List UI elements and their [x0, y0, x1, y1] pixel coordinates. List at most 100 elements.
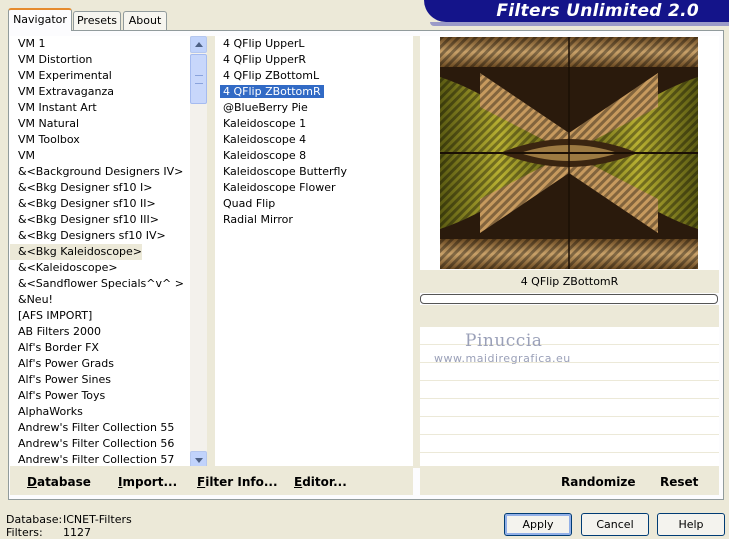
param-row — [420, 453, 719, 467]
filters-status-value: 1127 — [63, 526, 91, 539]
help-button[interactable]: Help — [657, 513, 725, 536]
tab-about[interactable]: About — [123, 11, 167, 30]
category-item[interactable]: Alf's Power Sines — [10, 372, 111, 388]
category-item[interactable]: Alf's Power Toys — [10, 388, 105, 404]
category-item[interactable]: Alf's Border FX — [10, 340, 99, 356]
category-item[interactable]: &<Bkg Designer sf10 III> — [10, 212, 159, 228]
parameters-area — [420, 305, 719, 467]
category-item[interactable]: VM Natural — [10, 116, 79, 132]
category-item[interactable]: VM Instant Art — [10, 100, 97, 116]
category-item-label: AB Filters 2000 — [18, 325, 102, 338]
category-item-label: VM — [18, 149, 36, 162]
watermark-url: www.maidiregrafica.eu — [434, 352, 571, 365]
filter-item-label: Kaleidoscope 1 — [223, 117, 307, 130]
category-item[interactable]: &<Bkg Designer sf10 I> — [10, 180, 153, 196]
filter-list[interactable]: 4 QFlip UpperL 4 QFlip UpperR 4 QFlip ZBot… — [215, 36, 413, 468]
category-item-label: &<Sandflower Specials^v^ > — [18, 277, 184, 290]
category-item-label: VM Extravaganza — [18, 85, 115, 98]
filter-item-label: Kaleidoscope Butterfly — [223, 165, 347, 178]
category-item-label: AlphaWorks — [18, 405, 83, 418]
randomize-button[interactable]: Randomize — [561, 474, 635, 490]
filter-info-button[interactable]: Filter Info... — [197, 474, 278, 490]
grip-icon — [195, 75, 203, 84]
category-item-label: Alf's Power Sines — [18, 373, 111, 386]
filter-item-label: Radial Mirror — [223, 213, 293, 226]
filter-item[interactable]: Radial Mirror — [215, 212, 293, 228]
category-item[interactable]: &<Bkg Kaleidoscope> — [10, 244, 143, 260]
editor-button[interactable]: Editor... — [294, 474, 347, 490]
import-button[interactable]: Import... — [118, 474, 177, 490]
reset-button[interactable]: Reset — [660, 474, 698, 490]
category-item[interactable]: VM Experimental — [10, 68, 112, 84]
database-status-value: ICNET-Filters — [63, 513, 132, 526]
filter-item[interactable]: 4 QFlip ZBottomR — [215, 84, 324, 100]
category-item-label: Andrew's Filter Collection 55 — [18, 421, 175, 434]
filter-item-label: Kaleidoscope 4 — [223, 133, 307, 146]
filter-item[interactable]: Kaleidoscope Flower — [215, 180, 336, 196]
category-item-label: &<Bkg Designers sf10 IV> — [18, 229, 166, 242]
scroll-thumb[interactable] — [190, 54, 207, 104]
category-item[interactable]: VM Toolbox — [10, 132, 80, 148]
category-item[interactable]: VM Distortion — [10, 52, 92, 68]
apply-button[interactable]: Apply — [504, 513, 572, 536]
right-divider — [413, 36, 420, 468]
filter-item[interactable]: Kaleidoscope 1 — [215, 116, 306, 132]
category-item-label: &<Kaleidoscope> — [18, 261, 118, 274]
preview-image — [440, 37, 698, 269]
category-scrollbar[interactable] — [190, 36, 207, 468]
filter-item[interactable]: Quad Flip — [215, 196, 275, 212]
category-item[interactable]: Andrew's Filter Collection 55 — [10, 420, 174, 436]
category-item[interactable]: VM Extravaganza — [10, 84, 114, 100]
category-item[interactable]: [AFS IMPORT] — [10, 308, 92, 324]
database-status-label: Database: — [6, 513, 63, 526]
category-item[interactable]: VM 1 — [10, 36, 46, 52]
category-item[interactable]: &<Background Designers IV> — [10, 164, 183, 180]
param-row — [420, 435, 719, 452]
category-item-label: Andrew's Filter Collection 56 — [18, 437, 175, 450]
category-item[interactable]: VM — [10, 148, 35, 164]
filter-item[interactable]: Kaleidoscope 4 — [215, 132, 306, 148]
param-row — [420, 417, 719, 434]
list-divider — [207, 36, 215, 468]
chevron-down-icon — [195, 458, 203, 463]
category-item[interactable]: AlphaWorks — [10, 404, 83, 420]
filter-item-label: 4 QFlip UpperL — [223, 37, 305, 50]
tab-navigator[interactable]: Navigator — [8, 8, 72, 31]
preview-caption: 4 QFlip ZBottomR — [420, 270, 719, 293]
category-item-label: VM Distortion — [18, 53, 93, 66]
category-item[interactable]: AB Filters 2000 — [10, 324, 101, 340]
scroll-up-button[interactable] — [190, 36, 207, 53]
cancel-button[interactable]: Cancel — [581, 513, 649, 536]
filter-item[interactable]: Kaleidoscope Butterfly — [215, 164, 347, 180]
filter-item[interactable]: 4 QFlip UpperR — [215, 52, 306, 68]
category-item-label: VM Natural — [18, 117, 80, 130]
param-row — [420, 381, 719, 398]
category-item[interactable]: &<Kaleidoscope> — [10, 260, 118, 276]
category-item[interactable]: &Neu! — [10, 292, 53, 308]
chevron-up-icon — [195, 42, 203, 47]
filter-item[interactable]: 4 QFlip UpperL — [215, 36, 305, 52]
category-item[interactable]: Alf's Power Grads — [10, 356, 114, 372]
filter-item[interactable]: Kaleidoscope 8 — [215, 148, 306, 164]
database-button[interactable]: Database — [27, 474, 91, 490]
category-item[interactable]: &<Sandflower Specials^v^ > — [10, 276, 184, 292]
category-item[interactable]: &<Bkg Designer sf10 II> — [10, 196, 156, 212]
filter-item[interactable]: 4 QFlip ZBottomL — [215, 68, 319, 84]
filter-item-label: 4 QFlip ZBottomL — [223, 69, 320, 82]
category-item-label: &<Bkg Kaleidoscope> — [18, 245, 143, 258]
filter-item[interactable]: @BlueBerry Pie — [215, 100, 308, 116]
filter-item-label: Kaleidoscope Flower — [223, 181, 336, 194]
category-item-label: Alf's Border FX — [18, 341, 99, 354]
category-item-label: &<Bkg Designer sf10 III> — [18, 213, 160, 226]
filter-item-label: Kaleidoscope 8 — [223, 149, 307, 162]
category-item[interactable]: &<Bkg Designers sf10 IV> — [10, 228, 166, 244]
category-item-label: VM Instant Art — [18, 101, 97, 114]
watermark-name: Pinuccia — [465, 331, 543, 351]
category-item-label: VM 1 — [18, 37, 46, 50]
category-item[interactable]: Andrew's Filter Collection 56 — [10, 436, 174, 452]
category-item-label: &<Background Designers IV> — [18, 165, 184, 178]
tab-presets[interactable]: Presets — [73, 11, 121, 30]
category-item-label: VM Experimental — [18, 69, 112, 82]
category-list[interactable]: VM 1 VM Distortion VM Experimental VM Extra… — [10, 36, 190, 468]
category-item-label: [AFS IMPORT] — [18, 309, 93, 322]
